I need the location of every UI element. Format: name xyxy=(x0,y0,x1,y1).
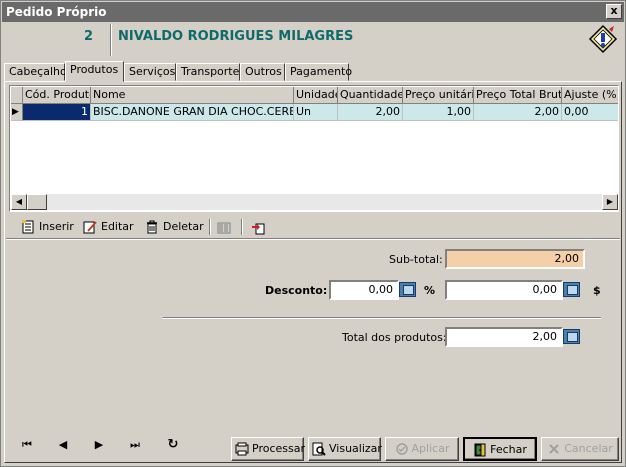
discount-label: Desconto: xyxy=(265,284,328,297)
close-form-button[interactable]: Fechar xyxy=(463,437,537,461)
process-label: Processar xyxy=(252,442,305,455)
tab-transporte[interactable]: Transporte xyxy=(176,63,240,81)
next-record-button[interactable]: ▶ xyxy=(87,436,111,456)
scroll-right-icon[interactable]: ▶ xyxy=(602,194,618,210)
import-button[interactable] xyxy=(251,219,269,239)
column-header[interactable]: Cód. Produto xyxy=(23,87,91,104)
tab-outros[interactable]: Outros xyxy=(240,63,285,81)
cancel-label: Cancelar xyxy=(564,442,613,455)
cancel-icon xyxy=(549,444,559,454)
cell-total[interactable]: 2,00 xyxy=(474,104,562,121)
edit-icon xyxy=(83,221,97,234)
cell-unit[interactable]: Un xyxy=(294,104,338,121)
column-header[interactable]: Preço unitário xyxy=(403,87,474,104)
title-bar: Pedido Próprio x xyxy=(2,2,624,22)
import-icon xyxy=(252,223,265,235)
subtotal-label: Sub-total: xyxy=(389,253,443,266)
discount-percent-field[interactable]: 0,00 xyxy=(329,280,399,300)
window: Pedido Próprio x 2 NIVALDO RODRIGUES MIL… xyxy=(0,0,626,467)
percent-symbol: % xyxy=(424,284,436,297)
insert-icon xyxy=(22,220,34,234)
preview-icon xyxy=(312,442,326,456)
door-icon xyxy=(474,443,486,457)
last-record-button[interactable]: ⏭ xyxy=(123,436,147,456)
toolbar-divider xyxy=(209,219,211,235)
apply-button[interactable]: Aplicar xyxy=(385,437,459,461)
close-button[interactable]: x xyxy=(606,4,622,19)
indicator-header xyxy=(11,87,23,104)
cell-name[interactable]: BISC.DANONE GRAN DIA CHOC.CERE.200 xyxy=(91,104,294,121)
calculator-icon[interactable] xyxy=(563,282,580,297)
close-form-label: Fechar xyxy=(490,443,527,456)
horizontal-scrollbar[interactable]: ◀ ▶ xyxy=(11,194,618,210)
edit-label: Editar xyxy=(101,220,134,233)
insert-button[interactable]: Inserir xyxy=(21,218,74,238)
grid-toolbar: Inserir Editar Deletar xyxy=(9,216,619,238)
column-header[interactable]: Preço Total Bruto xyxy=(474,87,562,104)
calculator-icon[interactable] xyxy=(563,329,580,344)
header-divider xyxy=(110,24,112,56)
scroll-thumb[interactable] xyxy=(27,194,47,210)
view-button[interactable]: Visualizar xyxy=(308,437,382,461)
column-header[interactable]: Quantidade xyxy=(338,87,403,104)
cancel-button[interactable]: Cancelar xyxy=(541,437,619,461)
process-icon xyxy=(235,442,249,456)
process-button[interactable]: Processar xyxy=(231,437,305,461)
cell-code[interactable]: 1 xyxy=(23,104,91,121)
window-title: Pedido Próprio xyxy=(6,5,107,19)
tab-cabecalho[interactable]: Cabeçalho xyxy=(4,63,67,81)
view-label: Visualizar xyxy=(329,442,382,455)
column-header[interactable]: Ajuste (%) xyxy=(562,87,618,104)
total-products-label: Total dos produtos: xyxy=(342,331,447,344)
toolbar-divider xyxy=(241,219,243,235)
discount-amount-field[interactable]: 0,00 xyxy=(445,280,563,300)
info-logo-icon xyxy=(588,24,618,54)
currency-symbol: $ xyxy=(593,284,601,297)
subtotal-field: 2,00 xyxy=(445,249,585,269)
tab-produtos[interactable]: Produtos xyxy=(65,61,124,82)
insert-label: Inserir xyxy=(39,220,74,233)
tab-page-produtos: Cód. Produto Nome Unidade Quantidade Pre… xyxy=(4,81,622,463)
divider xyxy=(163,317,601,319)
trash-icon xyxy=(147,220,157,234)
calculator-icon[interactable] xyxy=(399,282,416,297)
first-record-button[interactable]: ⏮ xyxy=(15,436,39,456)
refresh-button[interactable]: ↻ xyxy=(161,436,185,456)
apply-icon xyxy=(395,443,408,455)
tab-pagamento[interactable]: Pagamento xyxy=(285,63,352,81)
row-pointer-icon: ▶ xyxy=(11,104,23,121)
order-number: 2 xyxy=(84,29,94,44)
scroll-left-icon[interactable]: ◀ xyxy=(11,194,27,210)
tab-servicos[interactable]: Serviços xyxy=(124,63,176,81)
edit-button[interactable]: Editar xyxy=(83,218,134,238)
table-row[interactable]: ▶ 1 BISC.DANONE GRAN DIA CHOC.CERE.200 U… xyxy=(11,104,618,121)
products-grid[interactable]: Cód. Produto Nome Unidade Quantidade Pre… xyxy=(9,85,619,212)
apply-label: Aplicar xyxy=(411,442,450,455)
column-header[interactable]: Nome xyxy=(91,87,294,104)
delete-button[interactable]: Deletar xyxy=(145,218,204,238)
divider xyxy=(6,238,620,240)
customer-name: NIVALDO RODRIGUES MILAGRES xyxy=(118,29,354,44)
barcode-button[interactable] xyxy=(217,219,235,239)
column-header[interactable]: Unidade xyxy=(294,87,338,104)
cell-quantity[interactable]: 2,00 xyxy=(338,104,403,121)
cell-adjust[interactable]: 0,00 xyxy=(562,104,618,121)
grid-header: Cód. Produto Nome Unidade Quantidade Pre… xyxy=(11,87,618,104)
total-products-field: 2,00 xyxy=(445,327,563,347)
previous-record-button[interactable]: ◀ xyxy=(51,436,75,456)
order-header: 2 NIVALDO RODRIGUES MILAGRES xyxy=(4,23,622,57)
cell-unit-price[interactable]: 1,00 xyxy=(403,104,474,121)
barcode-icon xyxy=(217,222,231,234)
delete-label: Deletar xyxy=(163,220,204,233)
